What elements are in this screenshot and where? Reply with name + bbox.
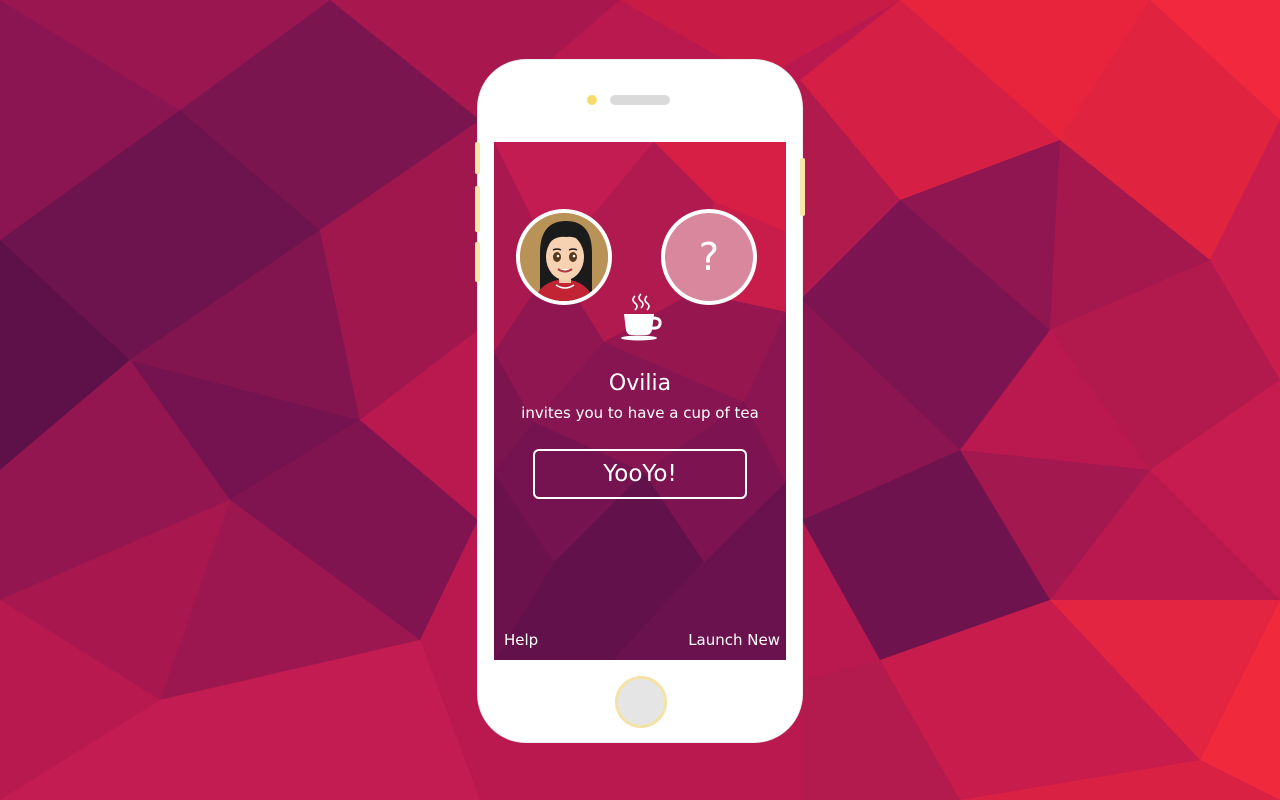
invitee-avatar-placeholder[interactable]: ? [661,209,757,305]
question-mark-icon: ? [698,235,720,279]
inviter-avatar[interactable] [516,209,612,305]
accept-invite-button[interactable]: YooYo! [533,449,747,499]
power-button [800,158,805,216]
help-link[interactable]: Help [504,631,538,649]
invite-message: invites you to have a cup of tea [521,404,759,422]
phone-mockup: ? Ovilia invites you to have a cup of te… [475,60,805,742]
steaming-teacup-icon [621,293,662,341]
mute-switch [475,242,480,282]
earpiece-speaker [610,95,670,105]
home-button[interactable] [615,676,667,728]
inviter-name: Ovilia [608,371,672,396]
app-screen: ? Ovilia invites you to have a cup of te… [494,142,786,660]
girl-avatar-icon [520,213,608,301]
volume-up-button [475,142,480,174]
volume-down-button [475,186,480,232]
front-camera [587,95,597,105]
launch-new-link[interactable]: Launch New [688,631,780,649]
